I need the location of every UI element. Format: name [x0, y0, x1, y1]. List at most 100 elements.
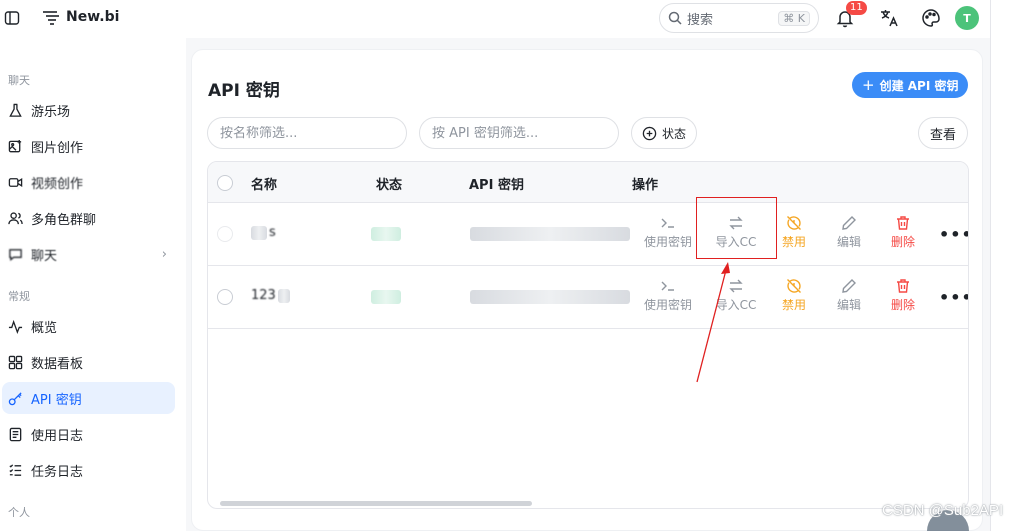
- sidebar-item-chat[interactable]: 聊天 ›: [2, 238, 175, 270]
- sidebar-item-label: 数据看板: [31, 356, 84, 372]
- key-filter-input[interactable]: [432, 125, 606, 141]
- sidebar-item-label: 概览: [31, 320, 58, 336]
- right-edge: [990, 0, 1018, 531]
- column-header-name: 名称: [251, 178, 278, 193]
- api-key-cell: [470, 290, 630, 308]
- search-box[interactable]: 搜索 ⌘ K: [659, 3, 819, 33]
- redacted-key: [470, 227, 630, 241]
- list-icon: [9, 463, 22, 476]
- delete-button[interactable]: 删除: [875, 278, 931, 313]
- view-button[interactable]: 查看: [918, 117, 968, 149]
- key-name: s: [269, 225, 276, 240]
- chevron-right-icon: ›: [161, 246, 167, 262]
- import-cc-label: 导入CC: [715, 298, 757, 312]
- delete-button[interactable]: 删除: [875, 215, 931, 250]
- brand-name: New.bi: [66, 9, 120, 25]
- import-cc-button[interactable]: 导入CC: [708, 278, 764, 313]
- sidebar-item-label: 视频创作: [31, 176, 84, 192]
- sidebar-item-usage-logs[interactable]: 使用日志: [2, 418, 175, 450]
- users-icon: [8, 211, 23, 224]
- search-icon: [668, 11, 682, 25]
- horizontal-scrollbar[interactable]: [220, 501, 532, 506]
- sidebar-item-dashboard[interactable]: 数据看板: [2, 346, 175, 378]
- sidebar-item-label: 图片创作: [31, 140, 84, 156]
- sidebar-item-playground[interactable]: 游乐场: [2, 94, 175, 126]
- disable-button[interactable]: 禁用: [766, 278, 822, 313]
- edit-label: 编辑: [836, 235, 861, 249]
- brand[interactable]: New.bi: [42, 9, 119, 25]
- search-placeholder: 搜索: [687, 12, 714, 28]
- redacted-key: [470, 290, 630, 304]
- more-actions-button[interactable]: •••: [939, 288, 968, 307]
- pencil-icon: [842, 279, 856, 293]
- status-filter-button[interactable]: 状态: [631, 117, 698, 149]
- image-edit-icon: [8, 139, 22, 152]
- api-keys-table: 名称 状态 API 密钥 操作 s 使用密钥 导入CC 禁用 编辑 删除 •• …: [207, 161, 969, 509]
- row-checkbox[interactable]: [217, 226, 233, 242]
- sidebar-item-overview[interactable]: 概览: [2, 310, 175, 342]
- create-api-key-button[interactable]: + 创建 API 密钥: [852, 72, 969, 98]
- table-row: s 使用密钥 导入CC 禁用 编辑 删除 ••: [208, 203, 968, 266]
- name-filter-input[interactable]: [220, 125, 394, 141]
- use-key-label: 使用密钥: [643, 235, 692, 249]
- watermark: CSDN @Sub2API: [882, 502, 1004, 519]
- more-actions-button[interactable]: •••: [939, 225, 968, 244]
- terminal-icon: [661, 281, 674, 291]
- sidebar: 聊天 游乐场 图片创作 视频创作 多角色群聊 聊天 › 常规 概览 数据看板 A…: [0, 38, 186, 531]
- status-cell: [371, 227, 401, 245]
- key-filter[interactable]: [419, 117, 619, 149]
- table-row: 123 使用密钥 导入CC 禁用 编辑 删除 ••: [208, 266, 968, 329]
- key-icon: [8, 391, 22, 405]
- trash-icon: [897, 216, 909, 230]
- key-name-cell: 123: [251, 288, 290, 303]
- flask-icon: [9, 103, 22, 117]
- sidebar-item-label: 多角色群聊: [31, 212, 97, 228]
- swap-icon: [729, 279, 743, 293]
- redacted-block: [277, 288, 290, 303]
- status-cell: [371, 290, 401, 308]
- use-key-button[interactable]: 使用密钥: [640, 278, 696, 313]
- redacted-block: [251, 225, 267, 240]
- column-header-api-key: API 密钥: [469, 178, 524, 193]
- palette-icon[interactable]: [921, 8, 941, 28]
- sidebar-item-label: 游乐场: [31, 104, 71, 120]
- use-key-button[interactable]: 使用密钥: [640, 215, 696, 250]
- activity-icon: [8, 319, 23, 334]
- translate-icon[interactable]: [879, 8, 899, 28]
- sidebar-item-task-logs[interactable]: 任务日志: [2, 454, 175, 486]
- status-filter-label: 状态: [662, 126, 687, 141]
- edit-button[interactable]: 编辑: [821, 215, 877, 250]
- top-bar: New.bi 搜索 ⌘ K 11 T: [0, 0, 990, 38]
- sidebar-item-api-keys[interactable]: API 密钥: [2, 382, 175, 414]
- sidebar-item-video-creation[interactable]: 视频创作: [2, 166, 175, 198]
- user-avatar[interactable]: T: [955, 6, 979, 30]
- sidebar-item-label: 任务日志: [31, 464, 84, 480]
- chat-icon: [9, 248, 22, 261]
- edit-label: 编辑: [836, 298, 861, 312]
- row-checkbox[interactable]: [217, 289, 233, 305]
- use-key-label: 使用密钥: [643, 298, 692, 312]
- table-header: 名称 状态 API 密钥 操作: [208, 162, 968, 203]
- sidebar-item-label: 使用日志: [31, 428, 84, 444]
- select-all-checkbox[interactable]: [217, 175, 233, 191]
- plus-circle-icon: [642, 126, 657, 140]
- sidebar-item-label: 聊天: [31, 248, 58, 264]
- sidebar-item-group-chat[interactable]: 多角色群聊: [2, 202, 175, 234]
- api-key-cell: [470, 227, 630, 245]
- key-name: 123: [251, 288, 276, 303]
- sidebar-item-image-creation[interactable]: 图片创作: [2, 130, 175, 162]
- sidebar-section-chat: 聊天: [8, 74, 30, 87]
- sidebar-toggle-icon[interactable]: [4, 10, 20, 26]
- trash-icon: [897, 279, 909, 293]
- edit-button[interactable]: 编辑: [821, 278, 877, 313]
- main-panel: API 密钥 + 创建 API 密钥 状态 查看 名称 状态 API 密钥 操作…: [191, 49, 983, 531]
- column-header-actions: 操作: [632, 178, 659, 193]
- logo-icon: [43, 11, 59, 25]
- key-name-cell: s: [251, 225, 276, 240]
- redacted-status: [371, 290, 401, 304]
- redacted-status: [371, 227, 401, 241]
- sidebar-section-personal: 个人: [8, 506, 30, 519]
- name-filter[interactable]: [207, 117, 407, 149]
- plus-icon: +: [862, 76, 875, 94]
- sidebar-item-label: API 密钥: [31, 392, 82, 408]
